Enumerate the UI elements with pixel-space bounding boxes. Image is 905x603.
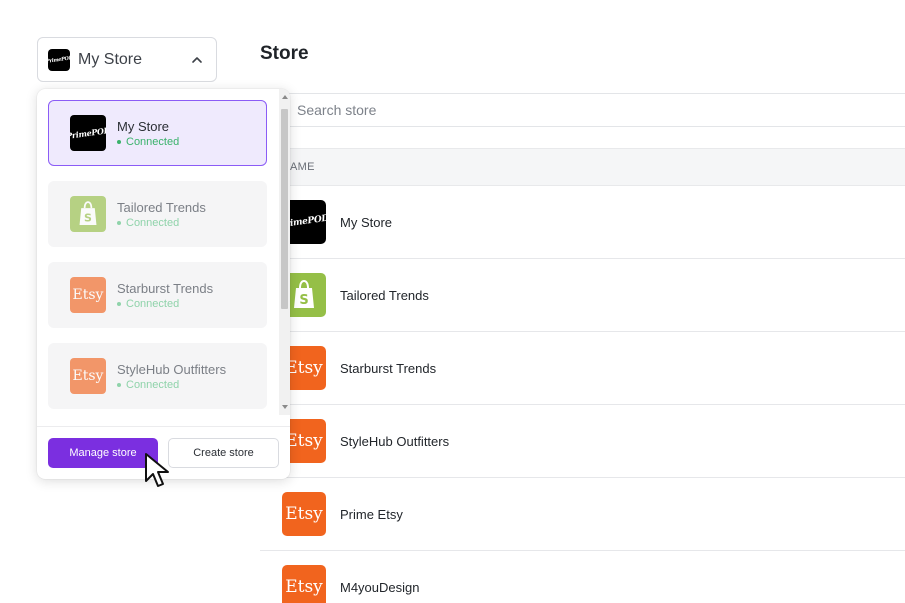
page-title: Store xyxy=(260,43,309,64)
status-dot-icon xyxy=(117,382,121,387)
connected-status: Connected xyxy=(117,136,179,148)
mouse-pointer-icon xyxy=(145,453,169,487)
store-option-tailored-trends[interactable]: S Tailored Trends Connected xyxy=(48,181,267,247)
store-name: Starburst Trends xyxy=(340,360,437,376)
table-row[interactable]: Etsy StyleHub Outfitters xyxy=(260,405,905,478)
etsy-logo: Etsy xyxy=(70,358,106,394)
svg-text:S: S xyxy=(84,212,92,225)
store-option-my-store[interactable]: PrimePOD My Store Connected xyxy=(48,100,267,166)
svg-text:S: S xyxy=(299,293,308,308)
connected-status: Connected xyxy=(117,379,226,391)
store-dropdown: PrimePOD My Store Connected S Tailored T… xyxy=(37,89,290,479)
store-option-name: Starburst Trends xyxy=(117,280,214,296)
scroll-down-arrow-icon[interactable] xyxy=(282,405,288,409)
search-placeholder: Search store xyxy=(297,102,377,118)
search-input[interactable]: Search store xyxy=(288,93,905,127)
table-row[interactable]: S Tailored Trends xyxy=(260,259,905,332)
store-name: Prime Etsy xyxy=(340,506,403,522)
store-option-name: My Store xyxy=(117,118,170,134)
store-switcher[interactable]: PrimePOD My Store xyxy=(37,37,217,82)
store-option-name: StyleHub Outfitters xyxy=(117,361,227,377)
dropdown-scrollbar[interactable] xyxy=(279,89,290,415)
shopify-icon: S xyxy=(70,196,106,232)
divider xyxy=(37,426,290,427)
store-name: M4youDesign xyxy=(340,579,420,595)
store-option-name: Tailored Trends xyxy=(117,199,206,215)
connected-status: Connected xyxy=(117,298,213,310)
store-options-list[interactable]: PrimePOD My Store Connected S Tailored T… xyxy=(37,89,279,415)
store-table: PrimePOD My Store S Tailored Trends Etsy… xyxy=(260,186,905,603)
create-store-button[interactable]: Create store xyxy=(168,438,279,468)
table-row[interactable]: Etsy Prime Etsy xyxy=(260,478,905,551)
table-row[interactable]: Etsy M4youDesign xyxy=(260,551,905,603)
etsy-logo: Etsy xyxy=(282,492,326,536)
store-name: StyleHub Outfitters xyxy=(340,433,450,449)
current-store-name: My Store xyxy=(78,50,143,68)
status-dot-icon xyxy=(117,301,121,306)
chevron-up-icon xyxy=(192,56,202,63)
table-header: AME xyxy=(260,148,905,186)
scroll-up-arrow-icon[interactable] xyxy=(282,95,288,99)
status-dot-icon xyxy=(117,220,121,225)
scrollbar-thumb[interactable] xyxy=(281,109,288,309)
store-name: My Store xyxy=(340,214,393,230)
etsy-logo: Etsy xyxy=(70,277,106,313)
primepod-logo: PrimePOD xyxy=(70,115,106,151)
column-header-name: AME xyxy=(290,161,315,173)
store-option-stylehub-outfitters[interactable]: Etsy StyleHub Outfitters Connected xyxy=(48,343,267,409)
primepod-logo: PrimePOD xyxy=(45,48,73,71)
store-option-starburst-trends[interactable]: Etsy Starburst Trends Connected xyxy=(48,262,267,328)
store-name: Tailored Trends xyxy=(340,287,429,303)
table-row[interactable]: Etsy Starburst Trends xyxy=(260,332,905,405)
etsy-logo: Etsy xyxy=(282,565,326,603)
status-dot-icon xyxy=(117,139,121,144)
connected-status: Connected xyxy=(117,217,206,229)
table-row[interactable]: PrimePOD My Store xyxy=(260,186,905,259)
